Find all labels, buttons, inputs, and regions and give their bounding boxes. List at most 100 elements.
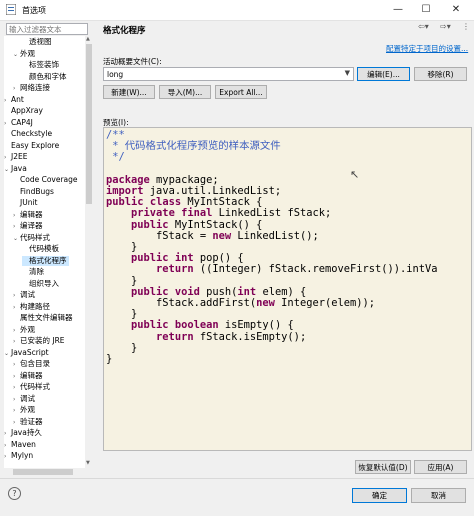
- tree-item[interactable]: › J2EE: [4, 152, 29, 163]
- expanded-icon[interactable]: ⌄: [13, 234, 20, 244]
- tree-scroll-thumb[interactable]: [86, 44, 92, 204]
- help-icon[interactable]: ?: [8, 487, 21, 500]
- tree-item[interactable]: 组织导入: [22, 279, 61, 289]
- tree-item[interactable]: FindBugs: [13, 187, 56, 197]
- tree-item[interactable]: › 编辑器: [13, 371, 45, 382]
- tree-item[interactable]: › 已安装的 JRE: [13, 336, 67, 347]
- tree-item-label: JUnit: [20, 198, 38, 207]
- minimize-button[interactable]: —: [384, 0, 412, 20]
- collapsed-icon[interactable]: ›: [13, 291, 20, 301]
- expanded-icon[interactable]: ⌄: [13, 50, 20, 60]
- tree-item[interactable]: › 外观: [13, 405, 37, 416]
- tree-item-label: 属性文件编辑器: [20, 313, 73, 322]
- page-title: 格式化程序: [103, 26, 146, 36]
- code-line: public boolean isEmpty() {: [131, 319, 294, 332]
- tree-item[interactable]: 代码模板: [22, 244, 61, 254]
- collapsed-icon[interactable]: ›: [13, 326, 20, 336]
- collapsed-icon[interactable]: ›: [4, 119, 11, 129]
- tree-item[interactable]: ⌄ 代码样式: [13, 233, 52, 244]
- remove-button[interactable]: 移除(R): [414, 67, 467, 81]
- tree-item[interactable]: › Java持久: [4, 428, 44, 439]
- tree-item[interactable]: 属性文件编辑器: [13, 313, 75, 323]
- tree-item[interactable]: › 调试: [13, 290, 37, 301]
- collapsed-icon[interactable]: ›: [4, 441, 11, 451]
- tree-item-label: 透视图: [29, 37, 52, 46]
- export-all-button[interactable]: Export All...: [215, 85, 267, 99]
- tree-item[interactable]: › Mylyn: [4, 451, 35, 462]
- window-title: 首选项: [22, 6, 46, 15]
- ok-button[interactable]: 确定: [352, 488, 407, 503]
- tree-item[interactable]: › 包含目录: [13, 359, 52, 370]
- collapsed-icon[interactable]: ›: [4, 153, 11, 163]
- code-line: return ((Integer) fStack.removeFirst()).…: [156, 263, 438, 276]
- scroll-down-icon[interactable]: ▼: [86, 460, 90, 466]
- collapsed-icon[interactable]: ›: [13, 211, 20, 221]
- collapsed-icon[interactable]: ›: [13, 406, 20, 416]
- new-button[interactable]: 新建(W)...: [103, 85, 155, 99]
- tree-item[interactable]: 格式化程序: [22, 255, 69, 266]
- forward-icon[interactable]: ⇨▾: [440, 22, 451, 31]
- collapsed-icon[interactable]: ›: [13, 383, 20, 393]
- tree-item-label: 代码样式: [20, 382, 50, 391]
- collapsed-icon[interactable]: ›: [4, 452, 11, 462]
- tree-item[interactable]: AppXray: [4, 106, 45, 116]
- tree-item-label: Easy Explore: [11, 140, 60, 150]
- tree-item[interactable]: ⌄ 外观: [13, 49, 37, 60]
- collapsed-icon[interactable]: ›: [4, 96, 11, 106]
- filter-input[interactable]: [6, 23, 88, 35]
- tree-item[interactable]: 颜色和字体: [22, 72, 69, 82]
- apply-button[interactable]: 应用(A): [414, 460, 467, 474]
- tree-item[interactable]: › CAP4J: [4, 118, 35, 129]
- configure-project-link[interactable]: 配置特定于项目的设置...: [386, 43, 468, 54]
- tree-item-label: Java持久: [11, 428, 42, 437]
- tree-item[interactable]: › 编译器: [13, 221, 45, 232]
- collapsed-icon[interactable]: ›: [13, 84, 20, 94]
- collapsed-icon[interactable]: ›: [13, 395, 20, 405]
- collapsed-icon[interactable]: ›: [13, 360, 20, 370]
- import-button[interactable]: 导入(M)...: [159, 85, 211, 99]
- tree-item[interactable]: › Ant: [4, 95, 26, 106]
- expanded-icon[interactable]: ⌄: [4, 165, 11, 175]
- tree-item[interactable]: › 调试: [13, 394, 37, 405]
- tree-item[interactable]: ⌄ JavaScript: [4, 348, 51, 359]
- collapsed-icon[interactable]: ›: [13, 303, 20, 313]
- tree-item-label: 包含目录: [20, 359, 50, 368]
- tree-item[interactable]: ⌄ Java: [4, 164, 29, 175]
- cancel-button[interactable]: 取消: [411, 488, 466, 503]
- collapsed-icon[interactable]: ›: [13, 337, 20, 347]
- restore-defaults-button[interactable]: 恢复默认值(D): [355, 460, 411, 474]
- tree-item[interactable]: › 构建路径: [13, 302, 52, 313]
- menu-icon[interactable]: ⋮: [462, 22, 470, 31]
- tree-item[interactable]: 透视图: [22, 37, 54, 47]
- tree-item[interactable]: › Maven: [4, 440, 38, 451]
- tree-item[interactable]: › 外观: [13, 325, 37, 336]
- back-icon[interactable]: ⇦▾: [418, 22, 429, 31]
- collapsed-icon[interactable]: ›: [13, 372, 20, 382]
- tree-item[interactable]: › 网络连接: [13, 83, 52, 94]
- collapsed-icon[interactable]: ›: [13, 418, 20, 428]
- profile-select[interactable]: long ▼: [103, 67, 354, 81]
- tree-item[interactable]: Code Coverage: [13, 175, 80, 185]
- tree-item[interactable]: 标签装饰: [22, 60, 61, 70]
- edit-button[interactable]: 编辑(E)...: [357, 67, 410, 81]
- tree-item[interactable]: › 编辑器: [13, 210, 45, 221]
- tree-item[interactable]: › 验证器: [13, 417, 45, 428]
- profile-select-value: long: [107, 70, 124, 79]
- collapsed-icon[interactable]: ›: [13, 222, 20, 232]
- tree-item-label: CAP4J: [11, 117, 33, 127]
- tree-item[interactable]: 清除: [22, 267, 46, 277]
- tree-item[interactable]: Easy Explore: [4, 141, 61, 151]
- tree-item-label: J2EE: [11, 152, 28, 161]
- collapsed-icon[interactable]: ›: [4, 429, 11, 439]
- maximize-button[interactable]: ☐: [412, 0, 440, 20]
- tree-item[interactable]: Checkstyle: [4, 129, 54, 139]
- tree-item-label: 调试: [20, 393, 35, 403]
- expanded-icon[interactable]: ⌄: [4, 349, 11, 359]
- close-button[interactable]: ✕: [442, 0, 470, 20]
- tree-hscroll-thumb[interactable]: [13, 469, 73, 475]
- tree-item[interactable]: JUnit: [13, 198, 39, 208]
- scroll-up-icon[interactable]: ▲: [86, 36, 90, 42]
- code-line: }: [106, 353, 113, 365]
- app-icon: [6, 4, 16, 15]
- tree-item[interactable]: › 代码样式: [13, 382, 52, 393]
